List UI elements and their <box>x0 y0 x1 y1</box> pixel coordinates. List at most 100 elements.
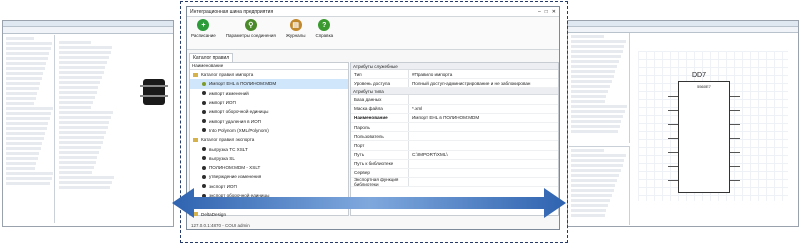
property-row: База данных <box>351 95 558 105</box>
help-button[interactable]: ? Справка <box>315 19 333 38</box>
left-app-properties <box>57 39 115 224</box>
property-section-header[interactable]: Атрибуты служебные <box>351 63 558 70</box>
thumbnail-row <box>6 157 38 160</box>
property-value[interactable] <box>409 160 558 168</box>
help-icon: ? <box>318 19 331 31</box>
tree-rule-item[interactable]: импорт оборочной единицы <box>190 107 348 116</box>
ic-pin <box>730 110 740 111</box>
thumbnail-row <box>59 176 114 179</box>
thumbnail-row <box>571 184 616 187</box>
toolbar-button-label: Справка <box>315 33 334 38</box>
thumbnail-row <box>571 164 623 167</box>
property-value[interactable] <box>409 123 558 131</box>
property-row: Пароль <box>351 122 558 133</box>
thumbnail-row <box>6 107 53 110</box>
tree-folder[interactable]: Каталог правил импорта <box>190 70 348 79</box>
property-key: Пользователь <box>351 132 409 141</box>
thumbnail-row <box>59 156 98 159</box>
thumbnail-row <box>6 152 39 155</box>
property-value[interactable] <box>409 132 558 140</box>
property-value[interactable]: *.xml <box>409 105 558 113</box>
property-row: Уровень доступа Полный доступ-администрир… <box>351 79 558 89</box>
tree-item-label: импорт ИОП <box>209 100 236 106</box>
folder-icon <box>193 72 198 77</box>
tree-item-label: выгрузка SL <box>209 155 235 161</box>
thumbnail-row <box>59 116 112 119</box>
property-value[interactable] <box>409 141 558 149</box>
property-value[interactable]: #Правило импорта <box>409 70 558 78</box>
thumbnail-row <box>571 45 625 48</box>
thumbnail-row <box>59 141 103 144</box>
thumbnail-row <box>59 151 100 154</box>
close-icon[interactable]: ✕ <box>552 9 556 15</box>
property-row: Тип #Правило импорта <box>351 70 558 80</box>
maximize-icon[interactable]: □ <box>545 9 548 15</box>
thumbnail-row <box>571 100 605 103</box>
journal-button[interactable]: ▤ Журналы <box>286 19 305 38</box>
property-row: Путь к библиотеке <box>351 159 558 169</box>
property-value[interactable] <box>409 178 558 186</box>
tree-rule-item[interactable]: импорт ИОП <box>190 98 348 107</box>
tree-item-label: импорт удаления в ИОП <box>209 118 261 124</box>
thumbnail-row <box>59 46 113 49</box>
thumbnail-row <box>571 209 607 212</box>
tree-rule-item[interactable]: импорт изменений <box>190 89 348 98</box>
property-section-header[interactable]: Атрибуты типа <box>351 88 558 96</box>
thumbnail-row <box>59 146 101 149</box>
tree-item-label: Каталог правил экспорта <box>201 137 255 143</box>
thumbnail-row <box>59 76 102 79</box>
tree-rule-item[interactable]: Into Polynom (XML/Polynom) <box>190 126 348 135</box>
rule-icon <box>202 128 206 133</box>
property-value[interactable] <box>409 95 558 103</box>
thumbnail-row <box>59 126 108 129</box>
thumbnail-row <box>571 130 618 133</box>
thumbnail-row <box>571 105 627 108</box>
tree-rule-item[interactable]: выгрузка SL <box>190 154 348 163</box>
thumbnail-row <box>59 136 105 139</box>
thumbnail-row <box>571 110 625 113</box>
tree-rule-item[interactable]: выгрузка ТС XSLT <box>190 144 348 153</box>
journal-icon: ▤ <box>289 19 302 31</box>
tree-column-header: Наименование <box>190 63 348 70</box>
connection-button[interactable]: ⚲ Параметры соединения <box>226 19 276 38</box>
property-value[interactable]: Полный доступ-администрирование и не заб… <box>409 79 558 87</box>
thumbnail-row <box>59 186 111 189</box>
property-value[interactable]: C:\IMPORT\XML\ <box>409 151 558 159</box>
tab-rule-catalog[interactable]: Каталог правил <box>189 53 234 62</box>
thumbnail-row <box>571 55 621 58</box>
thumbnail-row <box>6 77 42 80</box>
property-key: Путь <box>351 150 409 159</box>
ic-pin <box>730 166 740 167</box>
toolbar-button-label: Расписание <box>191 33 216 38</box>
status-bar: 127.0.0.1:4870 - COUI admin <box>191 223 250 228</box>
property-row: Пользователь <box>351 132 558 142</box>
thumbnail-row <box>571 70 616 73</box>
thumbnail-row <box>571 154 627 157</box>
schedule-button[interactable]: + Расписание <box>191 19 216 38</box>
minimize-icon[interactable]: – <box>538 9 541 15</box>
tree-rule-item[interactable]: импорт удаления в ИОП <box>190 116 348 125</box>
tree-folder[interactable]: Каталог правил экспорта <box>190 135 348 144</box>
thumbnail-row <box>571 125 620 128</box>
thumbnail-row <box>59 71 104 74</box>
property-value[interactable] <box>409 169 558 177</box>
thumbnail-row <box>59 106 92 109</box>
tree-item-label: импорт оборочной единицы <box>209 109 269 115</box>
rule-icon <box>202 165 206 170</box>
property-key: Пароль <box>351 122 409 132</box>
ic-pin <box>730 138 740 139</box>
thumbnail-row <box>571 95 607 98</box>
ic-part-number: 5560E7 <box>697 84 711 89</box>
property-key: Сервер <box>351 168 409 178</box>
tree-rule-item[interactable]: Импорт EHL в ПОЛИНОМ:MDM <box>190 79 348 89</box>
ic-pin <box>730 180 740 181</box>
tree-item-label: импорт изменений <box>209 90 249 96</box>
thumbnail-row <box>6 112 51 115</box>
tree-rule-item[interactable]: утверждение изменения <box>190 172 348 181</box>
property-value[interactable]: Импорт EHL в ПОЛИНОМ:MDM <box>409 114 558 122</box>
thumbnail-row <box>6 67 45 70</box>
tree-rule-item[interactable]: ПОЛИНОМ:MDM - XSLT <box>190 163 348 172</box>
rule-icon <box>202 119 206 124</box>
thumbnail-row <box>6 142 42 145</box>
toolbar-button-label: Параметры соединения <box>225 33 276 38</box>
